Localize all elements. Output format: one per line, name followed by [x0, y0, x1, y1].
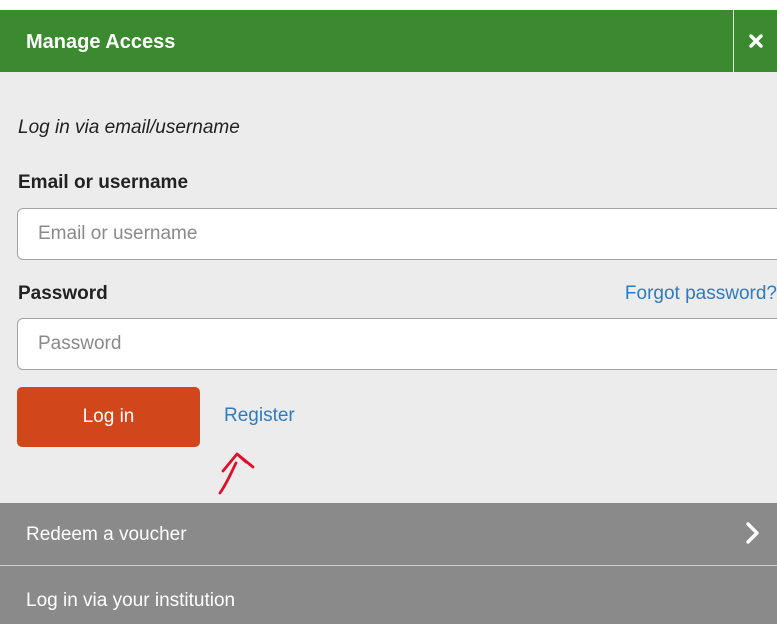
annotation-arrow-icon	[218, 452, 255, 495]
register-link[interactable]: Register	[224, 405, 295, 427]
login-method-subtitle: Log in via email/username	[18, 117, 240, 138]
email-input[interactable]	[17, 208, 777, 260]
close-button[interactable]	[734, 10, 777, 72]
institution-login-row[interactable]: Log in via your institution	[0, 566, 777, 624]
password-input[interactable]	[17, 318, 777, 370]
top-strip-cut-off	[0, 0, 777, 10]
email-label: Email or username	[18, 172, 189, 193]
chevron-right-icon	[746, 522, 759, 544]
login-button[interactable]: Log in	[17, 387, 200, 447]
redeem-voucher-label: Redeem a voucher	[26, 524, 187, 545]
redeem-voucher-row[interactable]: Redeem a voucher	[0, 503, 777, 565]
institution-login-label: Log in via your institution	[26, 590, 236, 611]
forgot-password-link[interactable]: Forgot password?	[625, 283, 777, 305]
modal-title: Manage Access	[26, 31, 176, 53]
modal-header: Manage Access	[0, 10, 777, 72]
close-icon	[748, 34, 763, 48]
password-label: Password	[18, 283, 108, 304]
